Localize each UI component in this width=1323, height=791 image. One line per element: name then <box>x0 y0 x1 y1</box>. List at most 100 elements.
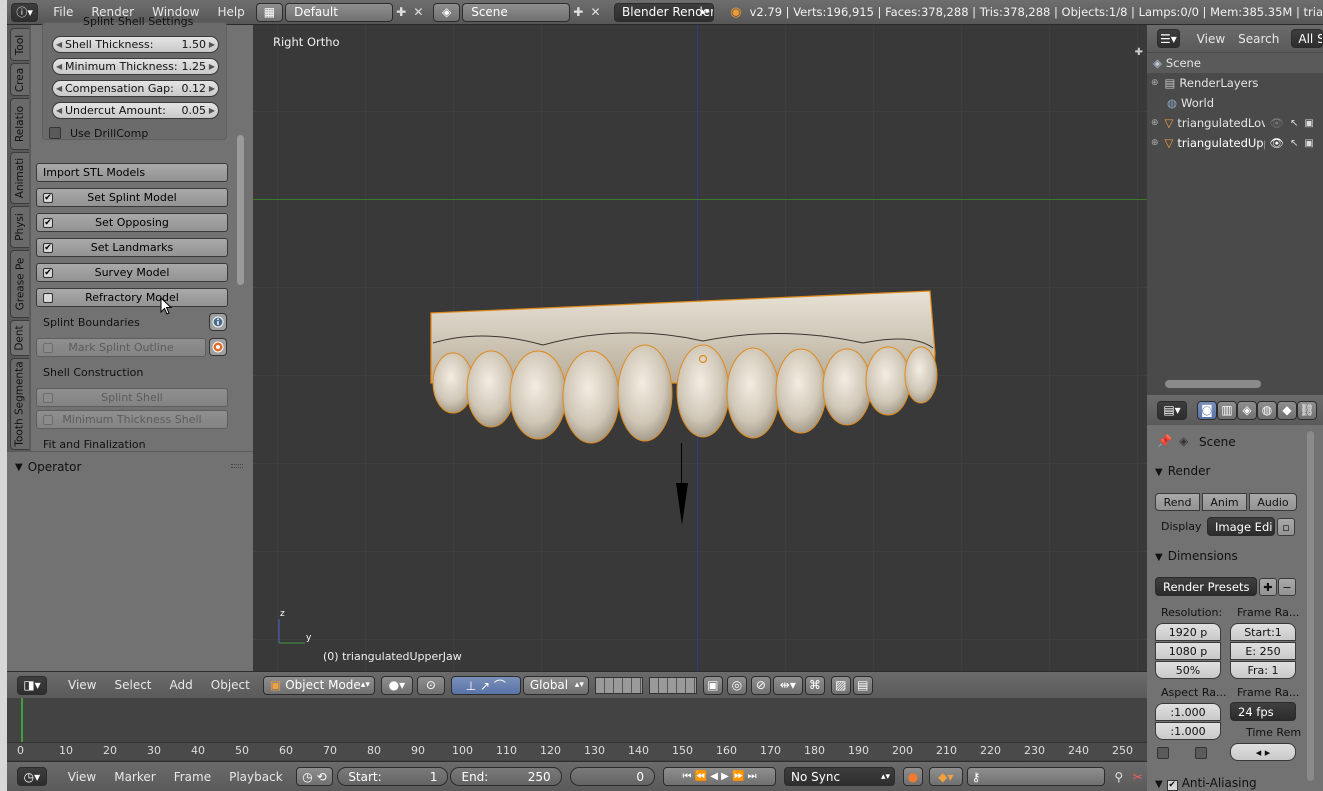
remove-screen-icon[interactable]: ✕ <box>410 3 427 22</box>
resolution-percent-field[interactable]: 50% <box>1155 661 1221 679</box>
remove-preset-icon[interactable]: − <box>1278 578 1296 596</box>
frame-start-field[interactable]: Start:1 <box>1230 623 1296 641</box>
menu-marker[interactable]: Marker <box>105 770 164 784</box>
shading-dropdown[interactable]: ●▾ <box>380 675 413 695</box>
tab-animation[interactable]: Animati <box>10 152 29 204</box>
undercut-amount-field[interactable]: ◀ Undercut Amount: 0.05 ▶ <box>52 102 219 119</box>
toolshelf-scrollbar[interactable] <box>237 135 244 285</box>
compensation-gap-field[interactable]: ◀ Compensation Gap: 0.12 ▶ <box>52 80 219 97</box>
render-engine-dropdown[interactable]: Blender Render ▴▾ <box>614 2 715 22</box>
menu-select[interactable]: Select <box>105 678 160 692</box>
outliner-row-renderlayers[interactable]: ⊕ ▤ RenderLayers <box>1147 73 1323 93</box>
layers-grid-2[interactable] <box>648 676 697 694</box>
drag-handle-icon[interactable] <box>231 464 243 468</box>
menu-playback[interactable]: Playback <box>220 770 292 784</box>
add-screen-icon[interactable]: ✚ <box>393 3 410 22</box>
preview-range-icon[interactable]: ◷ ⟲ <box>295 767 334 786</box>
editor-type-outliner-button[interactable]: ☰▾ <box>1157 29 1180 48</box>
outliner-row-upper-jaw[interactable]: ⊕ ▽ triangulatedUpp 👁 ↖ ▣ <box>1147 133 1323 153</box>
set-landmarks-checkbox[interactable]: ✔ <box>43 243 53 253</box>
scene-icon[interactable]: ◈ <box>432 2 461 22</box>
upper-jaw-model[interactable] <box>423 283 943 453</box>
menu-outliner-view[interactable]: View <box>1188 32 1234 46</box>
tab-scene-icon[interactable]: ◈ <box>1237 400 1257 420</box>
use-drillcomp-checkbox[interactable] <box>49 127 61 139</box>
current-frame-field[interactable]: 0 <box>569 767 656 786</box>
set-splint-model-checkbox[interactable]: ✔ <box>43 193 53 203</box>
pivot-dropdown[interactable]: ⊙ <box>416 675 445 695</box>
render-anim-icon[interactable]: ▤ <box>852 675 873 695</box>
3d-viewport[interactable]: Right Ortho ✚ z y (0) triangulatedUpperJ… <box>253 25 1147 671</box>
aspect-x-field[interactable]: :1.000 <box>1155 703 1221 721</box>
time-remap-field[interactable]: ◂ ▸ <box>1230 743 1296 761</box>
viewport-corner-icon[interactable]: ✚ <box>1135 47 1143 58</box>
frame-step-field[interactable]: Fra: 1 <box>1230 661 1296 679</box>
tab-relations[interactable]: Relatio <box>10 98 29 150</box>
crop-checkbox[interactable] <box>1195 747 1207 759</box>
render-audio-button[interactable]: Audio <box>1249 493 1297 511</box>
render-anim-button[interactable]: Anim <box>1202 493 1247 511</box>
display-window-icon[interactable]: ▫ <box>1277 518 1295 536</box>
border-checkbox[interactable] <box>1157 747 1169 759</box>
editor-type-properties-button[interactable]: ▤▾ <box>1157 400 1187 420</box>
select-cursor-icon[interactable]: ↖ <box>1290 118 1298 129</box>
start-frame-field[interactable]: Start: 1 <box>337 767 449 786</box>
menu-help[interactable]: Help <box>208 5 253 19</box>
render-presets-dropdown[interactable]: Render Presets <box>1155 577 1257 596</box>
refractory-model-checkbox[interactable] <box>43 293 53 303</box>
tab-grease-pencil[interactable]: Grease Pe <box>10 250 29 318</box>
fps-dropdown[interactable]: 24 fps <box>1230 702 1296 721</box>
playback-controls[interactable]: ⏮ ⏪ ◀ ▶ ⏩ ⏭ <box>663 767 777 786</box>
tab-create[interactable]: Crea <box>10 63 29 96</box>
menu-frame[interactable]: Frame <box>165 770 220 784</box>
render-still-icon[interactable]: ▨ <box>830 675 851 695</box>
record-icon[interactable] <box>209 338 227 356</box>
refractory-model-button[interactable]: Refractory Model <box>36 288 228 307</box>
transform-manipulator-toggle[interactable]: ⊥ ↗ ⌒ <box>450 675 521 695</box>
set-splint-model-button[interactable]: ✔ Set Splint Model <box>36 188 228 207</box>
auto-keyframe-record-icon[interactable]: ● <box>903 767 923 786</box>
tab-tool[interactable]: Tool <box>10 28 29 61</box>
menu-view[interactable]: View <box>59 678 105 692</box>
tab-constraints-icon[interactable]: ⛓ <box>1297 400 1317 420</box>
shell-thickness-field[interactable]: ◀ Shell Thickness: 1.50 ▶ <box>52 36 219 53</box>
object-mode-dropdown[interactable]: ▣ Object Mode ▴▾ <box>262 675 375 695</box>
orientation-dropdown[interactable]: Global ▴▾ <box>522 675 589 695</box>
menu-outliner-search[interactable]: Search <box>1234 32 1283 46</box>
editor-type-3d-button[interactable]: ◨▾ <box>17 675 47 695</box>
tab-dent[interactable]: Dent <box>10 320 29 356</box>
set-landmarks-button[interactable]: ✔ Set Landmarks <box>36 238 228 257</box>
info-icon[interactable] <box>209 313 227 331</box>
outliner-panel[interactable]: ◈ Scene ⊕ ▤ RenderLayers ◍ World ⊕ ▽ triangula… <box>1147 25 1323 395</box>
visibility-eye-icon[interactable]: 👁 <box>1269 116 1284 130</box>
frame-end-field[interactable]: E: 250 <box>1230 642 1296 660</box>
mark-splint-outline-button[interactable]: Mark Splint Outline <box>36 338 206 357</box>
screen-layout-field[interactable]: Default <box>285 2 393 22</box>
tab-object-icon[interactable]: ◆ <box>1277 400 1297 420</box>
delete-keyframe-icon[interactable]: ✂ <box>1128 767 1147 786</box>
outliner-row-lower-jaw[interactable]: ⊕ ▽ triangulatedLov 👁 ↖ ▣ <box>1147 113 1323 133</box>
insert-keyframe-icon[interactable]: ⚲ <box>1109 767 1128 786</box>
survey-model-checkbox[interactable]: ✔ <box>43 268 53 278</box>
menu-file[interactable]: File <box>44 5 82 19</box>
survey-model-button[interactable]: ✔ Survey Model <box>36 263 228 282</box>
add-scene-icon[interactable]: ✚ <box>570 3 587 22</box>
outliner-row-world[interactable]: ◍ World <box>1147 93 1323 113</box>
display-dropdown[interactable]: Image Edi <box>1207 517 1275 536</box>
tab-render-layers-icon[interactable]: ▥ <box>1217 400 1237 420</box>
snap-element-dropdown[interactable]: ⇹▾ <box>772 675 803 695</box>
screen-layout-icon[interactable]: ▦ <box>255 2 284 22</box>
scene-field[interactable]: Scene <box>462 2 570 22</box>
render-section-header[interactable]: ▼ Render <box>1155 464 1210 478</box>
add-preset-icon[interactable]: ✚ <box>1259 578 1277 596</box>
splint-shell-button[interactable]: Splint Shell <box>36 388 228 407</box>
resolution-y-field[interactable]: 1080 p <box>1155 642 1221 660</box>
sync-dropdown[interactable]: No Sync ▴▾ <box>784 767 896 786</box>
tab-world-icon[interactable]: ◍ <box>1257 400 1277 420</box>
tab-tooth-segmentation[interactable]: Tooth Segmenta <box>10 358 29 450</box>
snap-toggle-icon[interactable]: ⊘ <box>750 675 771 695</box>
set-opposing-checkbox[interactable]: ✔ <box>43 218 53 228</box>
editor-type-info-button[interactable]: ⓘ▾ <box>11 2 39 22</box>
dimensions-section-header[interactable]: ▼ Dimensions <box>1155 549 1238 563</box>
layers-grid-1[interactable] <box>594 676 643 694</box>
